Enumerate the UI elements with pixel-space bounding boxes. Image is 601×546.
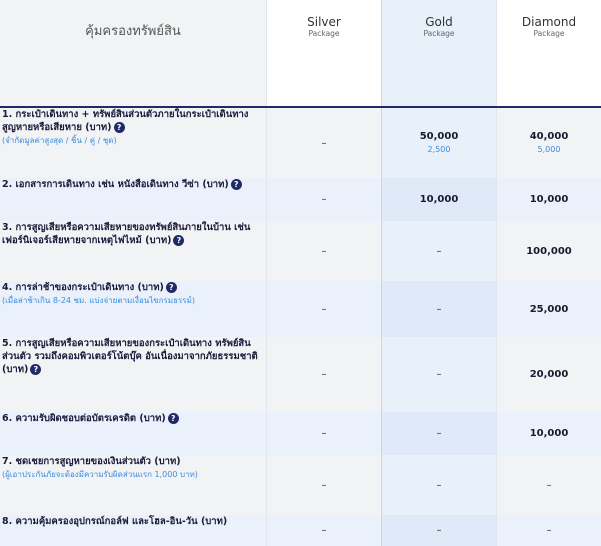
gold-value-cell: – [381,281,496,337]
row-label: 3. การสูญเสียหรือความเสียหายของทรัพย์สิน… [2,222,251,246]
gold-value: 10,000 [419,194,459,205]
silver-value: – [321,303,327,315]
gold-value-cell: – [381,221,496,281]
gold-value-cell: – [381,515,496,546]
package-silver-name: Silver [307,15,341,29]
silver-value: – [321,479,327,491]
help-icon[interactable]: ? [165,282,177,293]
silver-value: – [321,428,327,439]
header-gold-cell: Gold Package [381,0,496,106]
silver-value-cell: – [266,337,381,412]
help-icon[interactable]: ? [167,413,179,424]
silver-value-cell: – [266,412,381,455]
coverage-table: คุ้มครองทรัพย์สิน Silver Package Gold Pa… [0,0,601,546]
gold-value: – [436,369,442,380]
gold-value-cell: – [381,337,496,412]
package-silver-sub: Package [308,29,340,38]
diamond-value: 10,000 [529,194,569,205]
help-icon[interactable]: ? [113,122,125,133]
diamond-value-cell: 100,000 [496,221,601,281]
header-silver-cell: Silver Package [266,0,381,106]
table-row: 6. ความรับผิดชอบต่อบัตรเครดิต (บาท)? – –… [0,412,601,456]
header-title: คุ้มครองทรัพย์สิน [85,24,181,39]
gold-value: – [436,245,442,257]
silver-value-cell: – [266,281,381,337]
row-label-cell: 7. ชดเชยการสูญหายของเงินส่วนตัว (บาท) (ผ… [0,455,266,515]
table-row: 5. การสูญเสียหรือความเสียหายของกระเป๋าเด… [0,337,601,413]
gold-value: – [436,303,442,315]
silver-value-cell: – [266,178,381,221]
silver-value: – [321,245,327,257]
row-label: 2. เอกสารการเดินทาง เช่น หนังสือเดินทาง … [2,179,229,190]
row-label: 4. การล่าช้าของกระเป๋าเดินทาง (บาท) [2,282,164,293]
silver-value-cell: – [266,515,381,546]
table-row: 8. ความคุ้มครองอุปกรณ์กอล์ฟ และโฮล-อิน-ว… [0,515,601,546]
silver-value: – [321,194,327,205]
table-row: 3. การสูญเสียหรือความเสียหายของทรัพย์สิน… [0,221,601,282]
row-sublabel: (จำกัดมูลค่าสูงสุด / ชิ้น / คู่ / ชุด) [2,136,117,145]
diamond-value-cell: 40,000 5,000 [496,108,601,178]
diamond-value: – [546,479,552,491]
help-icon[interactable]: ? [30,364,42,375]
silver-value: – [321,525,327,536]
row-label-cell: 4. การล่าช้าของกระเป๋าเดินทาง (บาท)? (เม… [0,281,266,337]
row-label: 6. ความรับผิดชอบต่อบัตรเครดิต (บาท) [2,413,166,424]
silver-value-cell: – [266,108,381,178]
diamond-value: 25,000 [529,303,569,315]
row-sublabel: (ผู้เอาประกันภัยจะต้องมีความรับผิดส่วนแร… [2,470,198,479]
help-icon[interactable]: ? [173,235,185,246]
silver-value-cell: – [266,221,381,281]
row-sublabel: (เมื่อล่าช้าเกิน 8-24 ชม. แบ่งจ่ายตามเงื… [2,296,195,305]
row-label-cell: 6. ความรับผิดชอบต่อบัตรเครดิต (บาท)? [0,412,266,455]
silver-value: – [321,369,327,380]
diamond-value-cell: 10,000 [496,412,601,455]
row-label-cell: 3. การสูญเสียหรือความเสียหายของทรัพย์สิน… [0,221,266,281]
gold-value-cell: – [381,412,496,455]
table-row: 2. เอกสารการเดินทาง เช่น หนังสือเดินทาง … [0,178,601,222]
diamond-value: – [546,525,552,536]
diamond-value-cell: 10,000 [496,178,601,221]
gold-value-cell: – [381,455,496,515]
gold-subvalue: 2,500 [427,145,451,154]
table-row: 1. กระเป๋าเดินทาง + ทรัพย์สินส่วนตัวภายใ… [0,108,601,179]
diamond-value: 100,000 [526,245,572,257]
diamond-value-cell: 20,000 [496,337,601,412]
gold-value: – [436,479,442,491]
help-icon[interactable]: ? [230,179,242,190]
table-header: คุ้มครองทรัพย์สิน Silver Package Gold Pa… [0,0,601,108]
diamond-value: 20,000 [529,369,569,380]
diamond-value-cell: – [496,455,601,515]
gold-value-cell: 50,000 2,500 [381,108,496,178]
gold-value: – [436,428,442,439]
gold-value-cell: 10,000 [381,178,496,221]
diamond-value-cell: – [496,515,601,546]
header-title-cell: คุ้มครองทรัพย์สิน [0,0,266,106]
table-row: 4. การล่าช้าของกระเป๋าเดินทาง (บาท)? (เม… [0,281,601,338]
diamond-subvalue: 5,000 [537,145,561,154]
row-label-cell: 5. การสูญเสียหรือความเสียหายของกระเป๋าเด… [0,337,266,412]
diamond-value: 10,000 [529,428,569,439]
header-diamond-cell: Diamond Package [496,0,601,106]
package-gold-name: Gold [425,15,453,29]
diamond-value: 40,000 [529,131,569,142]
silver-value: – [321,137,327,149]
package-diamond-sub: Package [533,29,565,38]
row-label-cell: 8. ความคุ้มครองอุปกรณ์กอล์ฟ และโฮล-อิน-ว… [0,515,266,546]
gold-value: – [436,525,442,536]
row-label-cell: 2. เอกสารการเดินทาง เช่น หนังสือเดินทาง … [0,178,266,221]
package-gold-sub: Package [423,29,455,38]
silver-value-cell: – [266,455,381,515]
row-label: 8. ความคุ้มครองอุปกรณ์กอล์ฟ และโฮล-อิน-ว… [2,516,228,527]
row-label: 1. กระเป๋าเดินทาง + ทรัพย์สินส่วนตัวภายใ… [2,109,249,133]
table-row: 7. ชดเชยการสูญหายของเงินส่วนตัว (บาท) (ผ… [0,455,601,516]
row-label-cell: 1. กระเป๋าเดินทาง + ทรัพย์สินส่วนตัวภายใ… [0,108,266,178]
row-label: 7. ชดเชยการสูญหายของเงินส่วนตัว (บาท) [2,456,181,467]
package-diamond-name: Diamond [521,15,577,29]
diamond-value-cell: 25,000 [496,281,601,337]
gold-value: 50,000 [419,131,459,142]
